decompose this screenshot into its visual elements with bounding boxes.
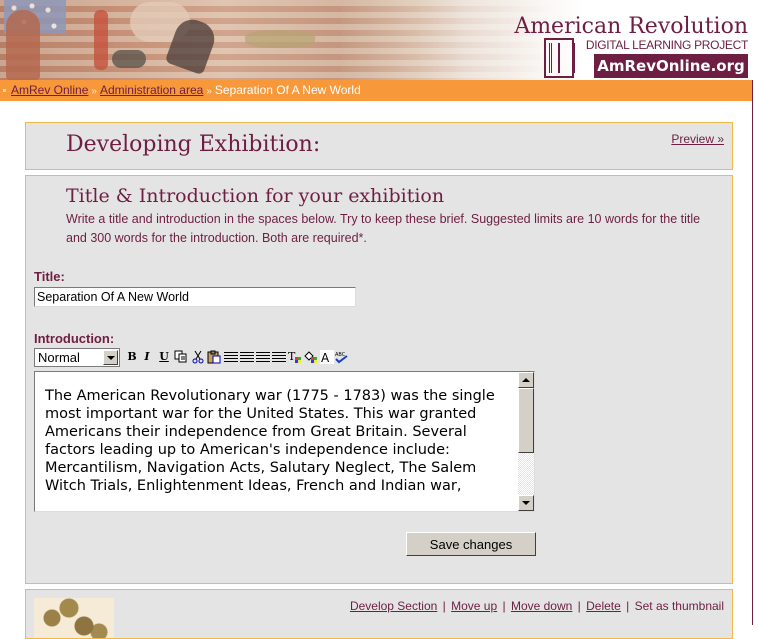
title-input[interactable] [34,287,356,307]
breadcrumb: AmRev Online» Administration area» Separat… [0,80,753,101]
coins-thumbnail-image [34,598,114,638]
bullet-icon [3,89,6,92]
chevron-down-icon[interactable] [103,350,118,365]
preview-link[interactable]: Preview » [671,132,724,146]
spellcheck-icon[interactable]: ABC [334,350,348,364]
font-icon[interactable]: A [320,350,334,365]
title-intro-box: Title & Introduction for your exhibition… [25,175,733,584]
logo-title: American Revolution [514,14,748,39]
editor-scrollbar[interactable] [518,372,534,511]
save-changes-button[interactable]: Save changes [406,532,536,556]
banner-figure [112,50,146,68]
cut-icon[interactable] [191,350,205,364]
develop-section-link[interactable]: Develop Section [350,599,437,613]
breadcrumb-link-admin[interactable]: Administration area [100,83,203,97]
format-select[interactable]: Normal [34,348,120,367]
svg-text:A: A [321,351,330,364]
italic-button[interactable]: I [141,349,153,365]
text-color-icon[interactable]: T [288,350,302,364]
underline-button[interactable]: U [158,349,170,365]
delete-link[interactable]: Delete [586,599,621,613]
section-title: Title & Introduction for your exhibition [66,185,445,207]
introduction-text[interactable]: The American Revolutionary war (1775 - 1… [45,387,517,495]
logo-subtitle: DIGITAL LEARNING PROJECT [585,38,748,52]
banner-ship [245,30,315,48]
scroll-up-icon[interactable] [518,372,534,388]
move-down-link[interactable]: Move down [511,599,572,613]
copy-icon[interactable] [174,350,188,364]
highlight-color-icon[interactable] [304,350,318,364]
page-title: Developing Exhibition: [66,132,321,157]
svg-text:T: T [288,350,296,363]
breadcrumb-separator: » [206,86,212,97]
introduction-label: Introduction: [34,331,115,346]
site-header: American Revolution DIGITAL LEARNING PRO… [0,0,753,80]
exhibition-heading-box: Developing Exhibition: Preview » [25,122,733,170]
align-center-icon[interactable] [240,352,254,363]
justify-icon[interactable] [272,352,286,363]
section-box: Develop Section | Move up | Move down | … [25,589,733,639]
introduction-editor[interactable]: The American Revolutionary war (1775 - 1… [34,371,535,512]
format-select-value: Normal [38,350,80,365]
section-actions: Develop Section | Move up | Move down | … [349,599,724,613]
logo-monogram-icon [544,38,575,78]
banner-figure [94,10,108,70]
breadcrumb-link-home[interactable]: AmRev Online [11,83,88,97]
scrollbar-thumb[interactable] [518,388,534,453]
editor-toolbar: Normal B I U T A ABC [34,348,374,368]
breadcrumb-current: Separation Of A New World [214,83,361,97]
breadcrumb-separator: » [91,86,97,97]
align-right-icon[interactable] [256,352,270,363]
bold-button[interactable]: B [126,349,138,365]
title-label: Title: [34,269,65,284]
logo-badge: AmRevOnline.org [594,54,748,78]
align-left-icon[interactable] [224,352,238,363]
move-up-link[interactable]: Move up [451,599,497,613]
paste-icon[interactable] [207,350,221,364]
section-description: Write a title and introduction in the sp… [66,212,701,245]
page-right-border [752,80,753,625]
site-logo[interactable]: American Revolution DIGITAL LEARNING PRO… [513,14,748,78]
banner-figure [6,10,40,80]
scroll-down-icon[interactable] [518,495,534,511]
set-as-thumbnail-text: Set as thumbnail [634,599,724,613]
